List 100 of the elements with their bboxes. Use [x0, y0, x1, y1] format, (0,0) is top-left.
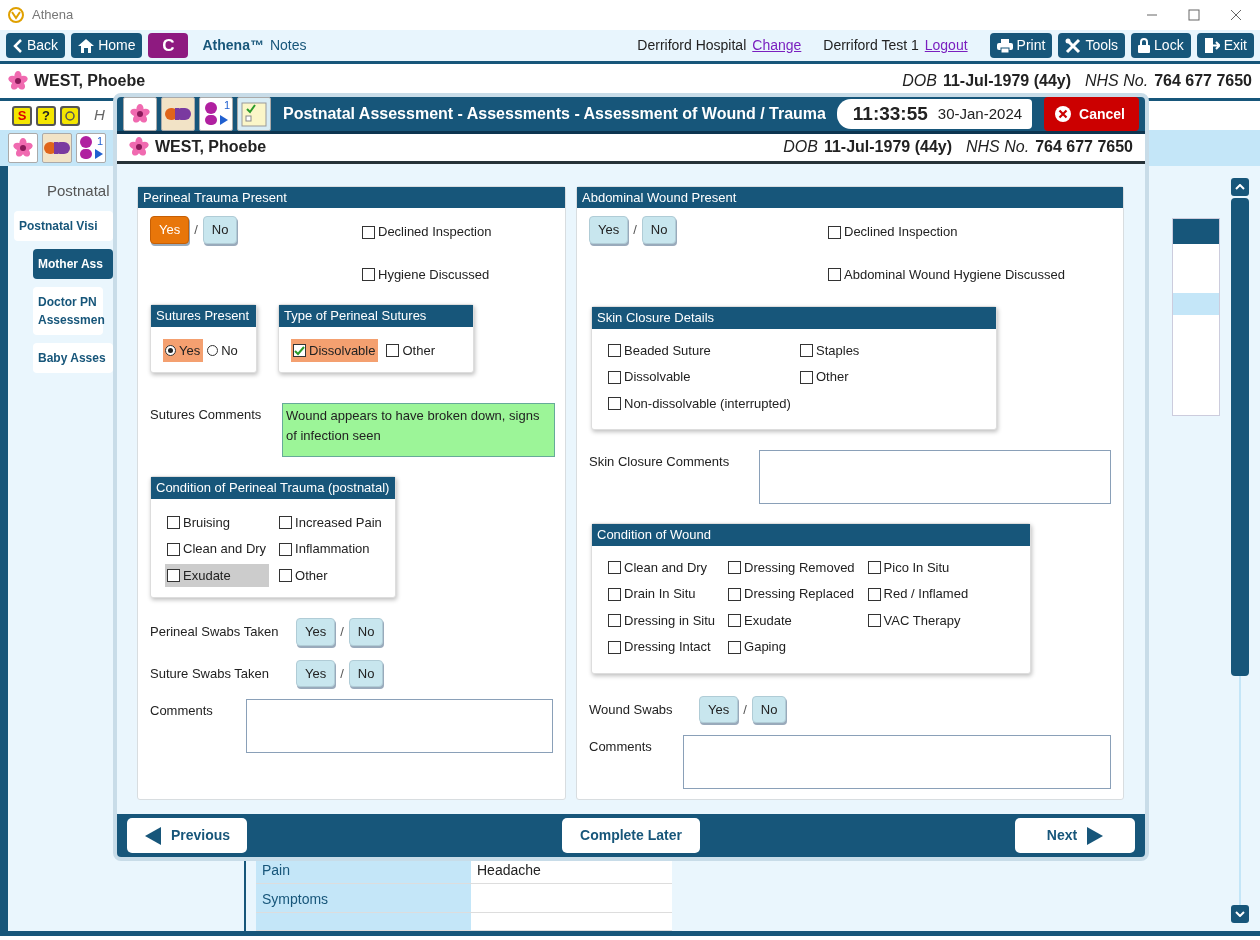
- print-button[interactable]: Print: [989, 33, 1053, 58]
- notes-tile[interactable]: [237, 97, 271, 131]
- pill-icon: [165, 108, 191, 120]
- checkbox-option[interactable]: Beaded Suture: [606, 339, 788, 363]
- home-button[interactable]: Home: [71, 33, 143, 58]
- no-button[interactable]: No: [202, 216, 238, 244]
- checkbox-option[interactable]: Exudate: [165, 564, 270, 588]
- help-icon[interactable]: ?: [36, 105, 56, 126]
- pill-tile[interactable]: [161, 97, 195, 131]
- yes-button[interactable]: Yes: [699, 696, 739, 724]
- maximize-icon: [1188, 9, 1200, 21]
- checkbox-option[interactable]: Dressing Intact: [606, 635, 719, 659]
- hospital-name: Derriford Hospital: [637, 36, 747, 55]
- group-title: Skin Closure Details: [592, 307, 996, 329]
- scrollbar-thumb[interactable]: [1231, 198, 1249, 676]
- checkbox-option[interactable]: Bruising: [165, 511, 270, 535]
- checkbox-option[interactable]: Declined Inspection: [826, 220, 1068, 244]
- next-button[interactable]: Next: [1015, 818, 1135, 854]
- flower-tile[interactable]: [8, 133, 38, 163]
- checkbox-option[interactable]: Red / Inflamed: [865, 582, 972, 606]
- no-button[interactable]: No: [751, 696, 787, 724]
- nhs-label: NHS No.: [1085, 71, 1149, 91]
- checkbox-option[interactable]: Exudate: [726, 609, 858, 633]
- checkbox-option[interactable]: VAC Therapy: [865, 609, 972, 633]
- tools-button[interactable]: Tools: [1058, 33, 1126, 58]
- group-title: Type of Perineal Sutures: [279, 305, 473, 327]
- field-label: Perineal Swabs Taken: [150, 623, 280, 642]
- close-icon: [1230, 9, 1242, 21]
- change-link[interactable]: Change: [752, 35, 802, 56]
- yes-button[interactable]: Yes: [296, 618, 336, 646]
- triangle-left-icon: [145, 826, 161, 845]
- comment-field[interactable]: [246, 699, 553, 754]
- no-button[interactable]: No: [348, 660, 384, 688]
- checkbox-option[interactable]: Dressing in Situ: [606, 609, 719, 633]
- nav-item[interactable]: Postnatal Visi: [14, 210, 113, 241]
- scroll-down-button[interactable]: [1231, 905, 1249, 923]
- baby-tile[interactable]: 1: [199, 97, 233, 131]
- checkbox-option[interactable]: Other: [277, 564, 385, 588]
- home-icon: [78, 38, 95, 53]
- alert-icon[interactable]: S: [12, 105, 32, 126]
- checkbox-option[interactable]: Other: [384, 339, 438, 363]
- nav-item[interactable]: Baby Asses: [33, 342, 113, 373]
- checkbox-option[interactable]: Dressing Removed: [726, 556, 858, 580]
- lock-button[interactable]: Lock: [1131, 33, 1191, 58]
- back-button[interactable]: Back: [6, 33, 66, 58]
- triangle-right-icon: [1087, 826, 1104, 845]
- checkbox-option[interactable]: Gaping: [726, 635, 858, 659]
- checkbox-option[interactable]: Drain In Situ: [606, 582, 719, 606]
- field-label: Wound Swabs: [589, 701, 674, 719]
- separator-text: /: [340, 623, 344, 642]
- sun-icon: [60, 105, 80, 126]
- cancel-button[interactable]: Cancel: [1044, 97, 1139, 131]
- check-icon: [294, 345, 305, 357]
- nav-item[interactable]: Doctor PN Assessmen: [33, 286, 103, 335]
- pill-icon: [44, 142, 70, 154]
- app-button[interactable]: C: [148, 33, 189, 58]
- separator-text: /: [743, 701, 747, 719]
- exit-icon: [1203, 38, 1220, 53]
- person-icon: [203, 101, 229, 127]
- pill-tile[interactable]: [42, 133, 72, 163]
- group-title: Condition of Wound: [592, 524, 1030, 546]
- scroll-up-button[interactable]: [1231, 178, 1249, 196]
- flower-tile[interactable]: [123, 97, 157, 131]
- checkbox-option[interactable]: Abdominal Wound Hygiene Discussed: [826, 263, 1068, 287]
- comment-field[interactable]: Wound appears to have broken down, signs of infection seen: [282, 403, 555, 458]
- radio-option[interactable]: No: [205, 339, 241, 363]
- baby-tile[interactable]: 1: [76, 133, 106, 163]
- checkbox-option[interactable]: Dissolvable: [606, 365, 788, 389]
- checkbox-option[interactable]: Increased Pain: [277, 511, 385, 535]
- checkbox-option[interactable]: Staples: [798, 339, 986, 363]
- logout-link[interactable]: Logout: [924, 35, 968, 56]
- separator-text: /: [633, 221, 637, 240]
- comment-field[interactable]: [683, 735, 1111, 790]
- previous-button[interactable]: Previous: [127, 818, 247, 854]
- radio-option[interactable]: Yes: [163, 339, 204, 363]
- yes-button[interactable]: Yes: [589, 216, 629, 244]
- checkbox-option[interactable]: Clean and Dry: [606, 556, 719, 580]
- notepad-icon: [241, 101, 267, 127]
- exit-button[interactable]: Exit: [1196, 33, 1254, 58]
- field-label: Comments: [150, 702, 214, 721]
- checkbox-option[interactable]: Non-dissolvable (interrupted): [606, 392, 788, 416]
- complete-later-button[interactable]: Complete Later: [562, 818, 700, 854]
- no-button[interactable]: No: [641, 216, 677, 244]
- comment-field[interactable]: [759, 450, 1111, 505]
- user-name: Derriford Test 1: [823, 36, 919, 55]
- checkbox-option[interactable]: Hygiene Discussed: [360, 263, 495, 287]
- checkbox-option[interactable]: Dissolvable: [291, 339, 379, 363]
- close-circle-icon: [1054, 105, 1073, 123]
- person-icon: [78, 135, 104, 161]
- section-title: Postnatal: [46, 181, 111, 201]
- chevron-up-icon: [1235, 184, 1245, 190]
- checkbox-option[interactable]: Other: [798, 365, 986, 389]
- yes-button[interactable]: Yes: [296, 660, 336, 688]
- checkbox-option[interactable]: Inflammation: [277, 537, 385, 561]
- checkbox-option[interactable]: Declined Inspection: [360, 220, 495, 244]
- checkbox-option[interactable]: Pico In Situ: [865, 556, 972, 580]
- no-button[interactable]: No: [348, 618, 384, 646]
- nav-item[interactable]: Mother Ass: [33, 248, 113, 279]
- checkbox-option[interactable]: Dressing Replaced: [726, 582, 858, 606]
- checkbox-option[interactable]: Clean and Dry: [165, 537, 270, 561]
